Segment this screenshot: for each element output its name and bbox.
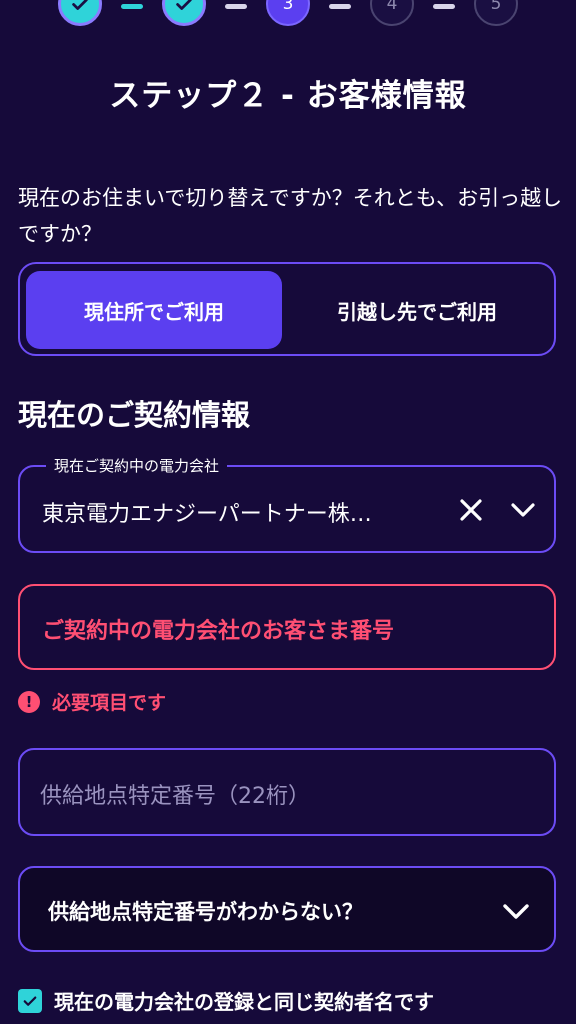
same-name-checkbox-row[interactable]: 現在の電力会社の登録と同じ契約者名です (18, 986, 434, 1015)
option-new-address[interactable]: 引越し先でご利用 (290, 271, 544, 349)
alert-icon: ! (18, 690, 40, 713)
check-icon (23, 996, 37, 1006)
step-connector (121, 4, 143, 9)
step-number: 5 (490, 0, 502, 14)
supply-point-help-accordion[interactable]: 供給地点特定番号がわからない？ (18, 866, 556, 952)
progress-stepper: 3 4 5 (0, 0, 576, 30)
close-icon[interactable] (456, 495, 486, 525)
customer-number-placeholder: ご契約中の電力会社のお客さま番号 (42, 619, 395, 644)
page-title: ステップ２ - お客様情報 (109, 78, 467, 114)
move-toggle: 現住所でご利用 引越し先でご利用 (18, 262, 556, 356)
step-5[interactable]: 5 (474, 0, 518, 26)
checkbox-label: 現在の電力会社の登録と同じ契約者名です (54, 990, 434, 1014)
chevron-down-icon[interactable] (508, 495, 538, 525)
step-connector (433, 4, 455, 9)
section-title: 現在のご契約情報 (18, 398, 251, 432)
step-number: 3 (282, 0, 294, 14)
step-1-complete[interactable] (58, 0, 102, 26)
step-connector (225, 4, 247, 9)
step-number: 4 (386, 0, 398, 14)
check-icon (72, 0, 88, 10)
electric-company-select[interactable]: 現在ご契約中の電力会社 東京電力エナジーパートナー株… (18, 455, 556, 553)
supply-point-placeholder: 供給地点特定番号（22桁） (40, 784, 310, 809)
move-question: 現在のお住まいで切り替えですか？それとも、お引っ越しですか？ (18, 186, 563, 246)
step-3-current[interactable]: 3 (266, 0, 310, 26)
same-name-checkbox[interactable] (18, 988, 42, 1013)
step-connector (329, 4, 351, 9)
check-icon (176, 0, 192, 10)
error-message: ! 必要項目です (18, 688, 166, 715)
chevron-down-icon (503, 904, 529, 919)
error-text: 必要項目です (52, 692, 167, 714)
step-2-complete[interactable] (162, 0, 206, 26)
accordion-label: 供給地点特定番号がわからない？ (48, 900, 363, 924)
step-4[interactable]: 4 (370, 0, 414, 26)
customer-number-input[interactable]: ご契約中の電力会社のお客さま番号 (18, 584, 556, 670)
field-label: 現在ご契約中の電力会社 (46, 455, 228, 476)
selected-company: 東京電力エナジーパートナー株… (42, 502, 372, 527)
supply-point-input[interactable]: 供給地点特定番号（22桁） (18, 748, 556, 836)
option-current-address[interactable]: 現住所でご利用 (26, 271, 282, 349)
